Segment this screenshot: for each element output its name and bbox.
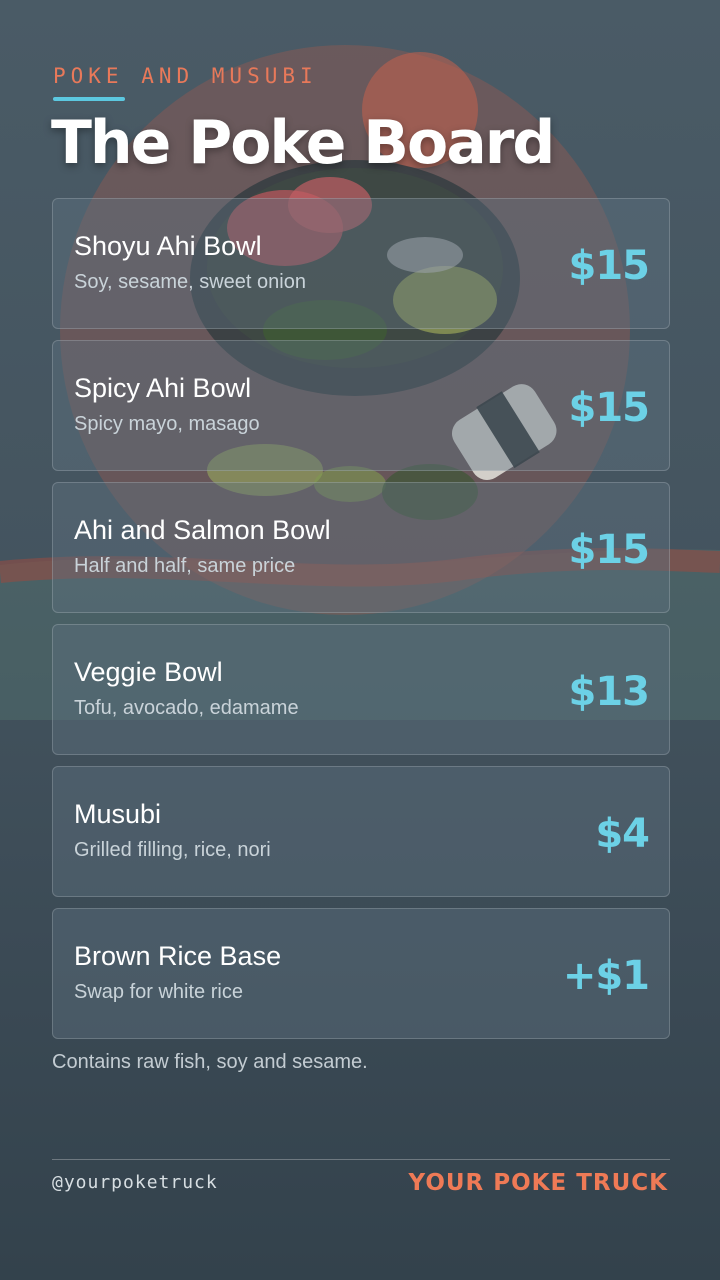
social-handle: @yourpoketruck [52,1172,218,1193]
item-name: Veggie Bowl [74,657,223,687]
item-name: Spicy Ahi Bowl [74,373,252,403]
menu-list: Shoyu Ahi Bowl Soy, sesame, sweet onion … [52,198,670,1050]
menu-item: Veggie Bowl Tofu, avocado, edamame $13 [52,624,670,755]
item-description: Soy, sesame, sweet onion [74,271,306,293]
item-description: Grilled filling, rice, nori [74,839,271,861]
menu-board: POKE AND MUSUBI The Poke Board Shoyu Ahi… [0,0,720,1280]
item-description: Half and half, same price [74,555,296,577]
menu-item: Musubi Grilled filling, rice, nori $4 [52,766,670,897]
item-price: $4 [595,811,650,857]
item-name: Shoyu Ahi Bowl [74,231,262,261]
menu-item: Spicy Ahi Bowl Spicy mayo, masago $15 [52,340,670,471]
item-price: $15 [568,527,650,573]
page-title: The Poke Board [51,108,555,178]
item-price: $15 [568,243,650,289]
brand-name: YOUR POKE TRUCK [408,1170,668,1196]
allergen-note: Contains raw fish, soy and sesame. [52,1051,368,1073]
item-description: Swap for white rice [74,981,243,1003]
item-price: $15 [568,385,650,431]
item-description: Tofu, avocado, edamame [74,697,299,719]
item-price: $13 [568,669,650,715]
menu-item: Shoyu Ahi Bowl Soy, sesame, sweet onion … [52,198,670,329]
menu-item: Ahi and Salmon Bowl Half and half, same … [52,482,670,613]
menu-item: Brown Rice Base Swap for white rice +$1 [52,908,670,1039]
item-name: Brown Rice Base [74,941,282,971]
eyebrow-accent-rule [53,97,125,101]
item-name: Ahi and Salmon Bowl [74,515,331,545]
eyebrow-label: POKE AND MUSUBI [53,64,318,88]
footer-divider [52,1159,670,1160]
item-description: Spicy mayo, masago [74,413,260,435]
item-price: +$1 [562,953,650,999]
item-name: Musubi [74,799,162,829]
